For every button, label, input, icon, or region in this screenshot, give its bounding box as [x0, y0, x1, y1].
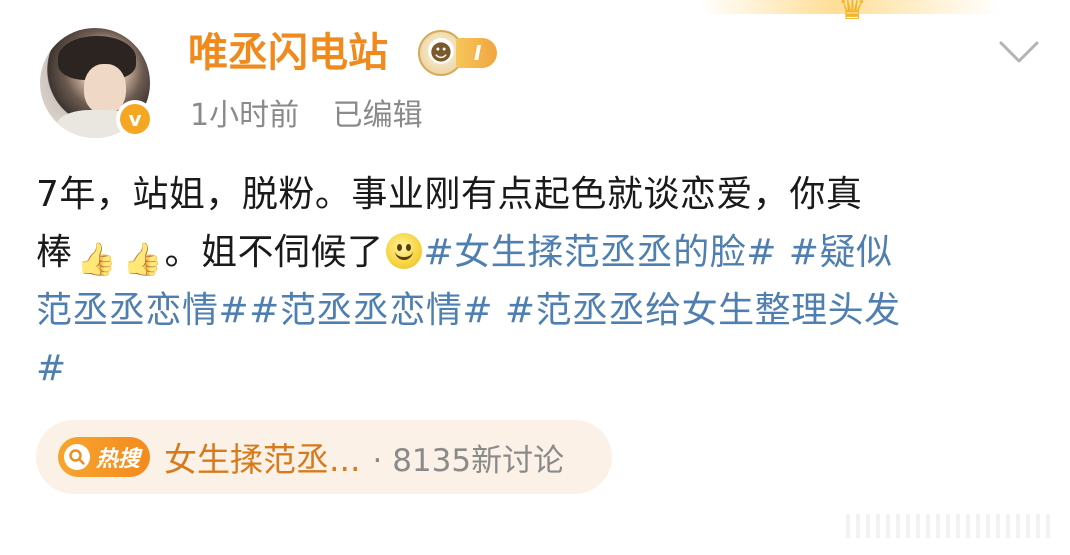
crown-icon: ♛ — [838, 0, 867, 27]
smiley-icon — [385, 233, 422, 269]
user-badges[interactable]: ☻ I — [418, 30, 498, 76]
hot-search-count: · 8135新讨论 — [372, 442, 565, 479]
thumbs-up-icon: 👍 — [76, 240, 117, 278]
bottom-decoration — [840, 514, 1050, 538]
chevron-down-icon[interactable] — [998, 38, 1040, 66]
post-text: 棒 — [36, 232, 73, 273]
post-body: 7年，站姐，脱粉。事业刚有点起色就谈恋爱，你真 棒 👍 👍。姐不伺候了 #女生揉范丞丞… — [36, 166, 1046, 398]
verified-icon: v — [120, 104, 150, 134]
verified-badge: v — [116, 100, 154, 138]
hashtag-link[interactable]: # — [36, 348, 67, 389]
hot-search-pill[interactable]: 热搜 女生揉范丞... · 8135新讨论 — [36, 420, 612, 494]
post-line-4: # — [36, 340, 1046, 398]
thumbs-up-icon: 👍 — [122, 240, 163, 278]
hashtag-link[interactable]: #女生揉范丞丞的脸# #疑似 — [424, 232, 893, 273]
post-text: 7年，站姐，脱粉。事业刚有点起色就谈恋爱，你真 — [36, 174, 863, 215]
search-icon — [64, 444, 90, 470]
post-line-2: 棒 👍 👍。姐不伺候了 #女生揉范丞丞的脸# #疑似 — [36, 224, 1046, 282]
hashtag-link[interactable]: 范丞丞恋情##范丞丞恋情# #范丞丞给女生整理头发 — [36, 290, 901, 331]
hot-search-topic[interactable]: 女生揉范丞... — [164, 433, 360, 481]
username[interactable]: 唯丞闪电站 — [188, 30, 388, 76]
level-badge: I — [456, 38, 498, 68]
hot-search-label: 热搜 — [96, 447, 141, 472]
post-meta: 1小时前 已编辑 — [190, 96, 423, 136]
post-text: 。姐不伺候了 — [164, 232, 384, 273]
edited-label[interactable]: 已编辑 — [333, 98, 423, 133]
post-time: 1小时前 — [190, 98, 300, 133]
hot-search-badge: 热搜 — [58, 437, 151, 477]
post-line-3: 范丞丞恋情##范丞丞恋情# #范丞丞给女生整理头发 — [36, 282, 1046, 340]
post-line-1: 7年，站姐，脱粉。事业刚有点起色就谈恋爱，你真 — [36, 166, 1046, 224]
